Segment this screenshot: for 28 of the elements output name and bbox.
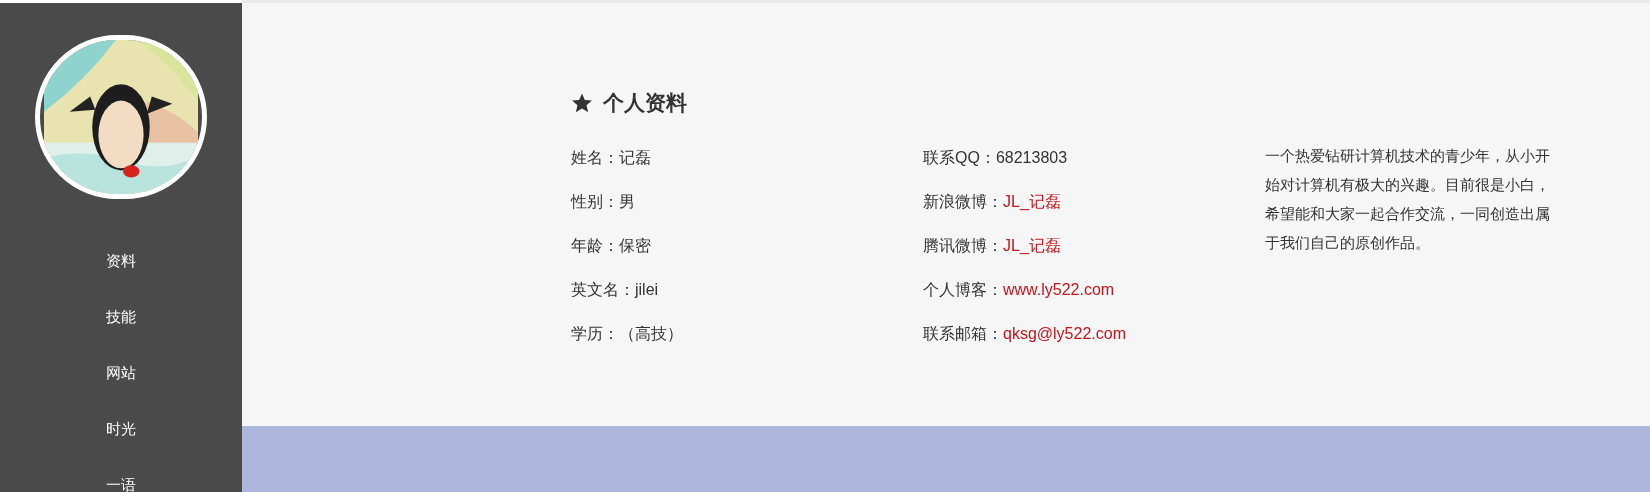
nav-link[interactable]: 时光 bbox=[106, 419, 136, 439]
field-value: 68213803 bbox=[995, 148, 1068, 168]
profile-link[interactable]: www.ly522.com bbox=[1003, 280, 1115, 300]
field-label: 联系QQ： bbox=[923, 148, 996, 168]
field-label: 性别： bbox=[571, 192, 619, 212]
field-label: 联系邮箱： bbox=[923, 324, 1003, 344]
bio-text: 一个热爱钻研计算机技术的青少年，从小开始对计算机有极大的兴趣。目前很是小白，希望能和大家一起合作交流，一同创造出属于我们自己的原创作品。 bbox=[1265, 146, 1551, 253]
field-label: 学历： bbox=[571, 324, 619, 344]
field-label: 年龄： bbox=[571, 236, 619, 256]
nav-link[interactable]: 网站 bbox=[106, 363, 136, 383]
field-label: 个人博客： bbox=[923, 280, 1003, 300]
field-value: 男 bbox=[619, 192, 635, 212]
field-label: 腾讯微博： bbox=[923, 236, 1003, 256]
field-value: 记磊 bbox=[619, 148, 651, 168]
star-icon bbox=[571, 92, 593, 114]
nav-link[interactable]: 一语 bbox=[106, 475, 136, 492]
field-label: 姓名： bbox=[571, 148, 619, 168]
section-title: 个人资料 bbox=[603, 90, 687, 116]
field-value: （高技） bbox=[619, 324, 683, 344]
nav-link[interactable]: 技能 bbox=[106, 307, 136, 327]
field-value: jilei bbox=[635, 280, 659, 300]
field-label: 英文名： bbox=[571, 280, 635, 300]
field-value: 保密 bbox=[619, 236, 651, 256]
profile-link[interactable]: JL_记磊 bbox=[1003, 192, 1061, 212]
field-label: 新浪微博： bbox=[923, 192, 1003, 212]
profile-link[interactable]: JL_记磊 bbox=[1003, 236, 1061, 256]
nav-link[interactable]: 资料 bbox=[106, 251, 136, 271]
profile-link[interactable]: qksg@ly522.com bbox=[1003, 324, 1126, 344]
